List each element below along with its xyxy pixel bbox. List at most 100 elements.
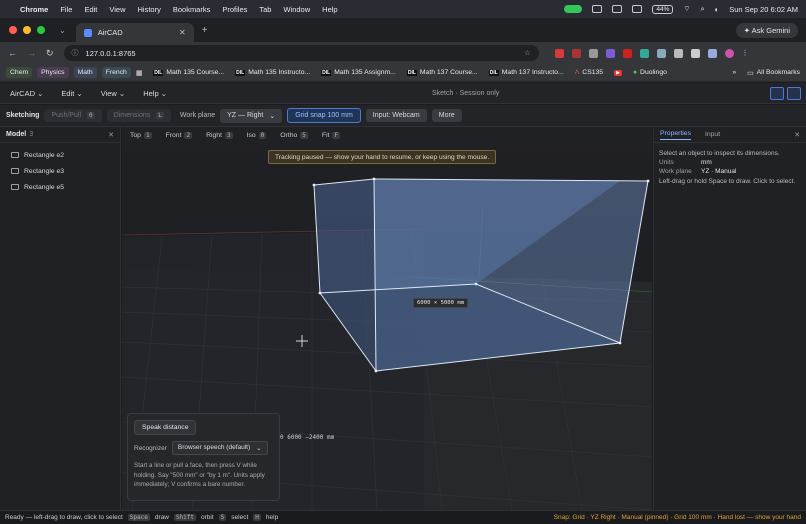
status-snap-info: Snap: Grid · YZ Right · Manual (pinned) … bbox=[553, 514, 801, 521]
bookmark-link[interactable]: ● Duolingo bbox=[633, 69, 667, 76]
bookmark-physics[interactable]: Physics bbox=[37, 67, 69, 78]
extension-icon[interactable] bbox=[707, 48, 717, 58]
ask-gemini-button[interactable]: ✦ Ask Gemini bbox=[735, 22, 798, 38]
extension-icon[interactable] bbox=[622, 48, 632, 58]
wifi-icon[interactable]: ⌔ bbox=[683, 4, 690, 14]
work-plane-select[interactable]: YZ — Right ⌄ bbox=[220, 108, 283, 123]
more-bookmarks-icon[interactable]: » bbox=[732, 69, 736, 76]
dimensions-button[interactable]: Dimensions L bbox=[106, 109, 171, 122]
view-right-label: Right bbox=[206, 131, 222, 139]
tab-properties[interactable]: Properties bbox=[660, 130, 691, 140]
extension-icon[interactable] bbox=[639, 48, 649, 58]
menu-file[interactable]: File bbox=[60, 5, 72, 14]
url-text[interactable]: 127.0.0.1:8765 bbox=[86, 49, 518, 58]
apps-grid-icon[interactable]: ▦ bbox=[136, 69, 142, 77]
menu-app-edit[interactable]: Edit ⌄ bbox=[61, 89, 82, 98]
gear-icon[interactable] bbox=[592, 5, 603, 13]
menubar-clock[interactable]: Sun Sep 20 6:02 AM bbox=[729, 5, 798, 14]
close-icon[interactable]: ✕ bbox=[108, 131, 114, 139]
bookmark-french[interactable]: French bbox=[101, 67, 131, 78]
tab-input[interactable]: Input bbox=[705, 131, 720, 138]
site-info-icon[interactable]: ⓘ bbox=[72, 48, 79, 58]
bookmark-link[interactable]: Ʌ CS135 bbox=[575, 69, 603, 76]
recognizer-select[interactable]: Browser speech (default) ⌄ bbox=[171, 441, 268, 455]
toggle-right-panel-icon[interactable] bbox=[787, 86, 801, 100]
extension-icon[interactable] bbox=[605, 48, 615, 58]
grid-snap-toggle[interactable]: Grid snap 100 mm bbox=[287, 108, 361, 123]
inspector-intro: Select an object to inspect its dimensio… bbox=[659, 150, 780, 157]
view-right-button[interactable]: Right 3 bbox=[206, 131, 233, 139]
shortcut-label: select bbox=[231, 514, 249, 521]
menu-app-help[interactable]: Help ⌄ bbox=[143, 89, 167, 98]
units-label: Units bbox=[659, 159, 674, 167]
bookmark-link[interactable]: DIL Math 135 Course... bbox=[153, 69, 224, 76]
address-bar[interactable]: ⓘ 127.0.0.1:8765 ☆ bbox=[63, 45, 539, 61]
list-item[interactable]: Rectangle e5 bbox=[0, 179, 120, 195]
menu-profiles[interactable]: Profiles bbox=[222, 5, 247, 14]
browser-tab-aircad[interactable]: AirCAD ✕ bbox=[75, 23, 194, 42]
forward-icon[interactable]: → bbox=[27, 48, 36, 58]
menu-edit[interactable]: Edit bbox=[84, 5, 97, 14]
all-bookmarks-folder[interactable]: ▭ All Bookmarks bbox=[747, 69, 800, 77]
bookmark-link[interactable]: DIL Math 135 Assignm... bbox=[321, 69, 396, 76]
bookmark-link-label: Duolingo bbox=[640, 69, 667, 76]
push-pull-button[interactable]: Push/Pull 0 bbox=[44, 109, 102, 122]
cloud-icon[interactable] bbox=[632, 5, 643, 13]
close-tab-icon[interactable]: ✕ bbox=[179, 28, 186, 37]
list-item-label: Rectangle e3 bbox=[24, 167, 65, 175]
bookmark-link[interactable]: DIL Math 137 Instructo... bbox=[488, 69, 564, 76]
menu-window[interactable]: Window bbox=[283, 5, 310, 14]
model-count: 3 bbox=[29, 131, 34, 138]
tab-list-chevron-icon[interactable]: ⌄ bbox=[59, 26, 66, 35]
puzzle-icon[interactable] bbox=[673, 48, 683, 58]
bookmark-link[interactable]: DIL Math 135 Instructo... bbox=[235, 69, 310, 76]
extension-icon[interactable] bbox=[588, 48, 598, 58]
view-iso-button[interactable]: Iso 0 bbox=[247, 131, 267, 139]
menu-tab[interactable]: Tab bbox=[259, 5, 271, 14]
view-ortho-button[interactable]: Ortho 5 bbox=[280, 131, 308, 139]
new-tab-icon[interactable]: + bbox=[202, 25, 208, 36]
list-item[interactable]: Rectangle e2 bbox=[0, 147, 120, 163]
view-top-button[interactable]: Top 1 bbox=[130, 131, 152, 139]
control-center-icon[interactable]: ◐ bbox=[715, 5, 720, 14]
view-front-button[interactable]: Front 2 bbox=[166, 131, 193, 139]
zoom-window-icon[interactable] bbox=[37, 26, 45, 34]
menu-history[interactable]: History bbox=[138, 5, 161, 14]
bookmark-link[interactable]: DIL Math 137 Course... bbox=[406, 69, 478, 76]
screen-icon[interactable] bbox=[612, 5, 623, 13]
shortcut-label: draw bbox=[154, 514, 169, 521]
bookmark-star-icon[interactable]: ☆ bbox=[524, 49, 530, 57]
menu-app-view[interactable]: View ⌄ bbox=[101, 89, 126, 98]
youtube-icon[interactable]: ▶ bbox=[614, 69, 622, 76]
menu-view[interactable]: View bbox=[109, 5, 125, 14]
extension-icon[interactable] bbox=[571, 48, 581, 58]
menubar-app-name[interactable]: Chrome bbox=[20, 5, 48, 14]
avatar[interactable] bbox=[724, 48, 734, 58]
toggle-left-panel-icon[interactable] bbox=[770, 86, 784, 100]
reload-icon[interactable]: ↻ bbox=[46, 48, 54, 59]
menu-aircad[interactable]: AirCAD ⌄ bbox=[10, 89, 43, 98]
speak-distance-button[interactable]: Speak distance bbox=[134, 420, 197, 435]
search-icon[interactable]: ⌕ bbox=[700, 4, 704, 14]
menu-bookmarks[interactable]: Bookmarks bbox=[173, 5, 211, 14]
bookmark-math[interactable]: Math bbox=[73, 67, 97, 78]
extension-icon[interactable] bbox=[554, 48, 564, 58]
battery-indicator[interactable]: 44% bbox=[652, 4, 674, 14]
list-item[interactable]: Rectangle e3 bbox=[0, 163, 120, 179]
back-icon[interactable]: ← bbox=[8, 48, 17, 58]
rectangle-icon bbox=[11, 168, 19, 174]
facetime-icon[interactable] bbox=[564, 5, 583, 13]
minimize-window-icon[interactable] bbox=[23, 26, 31, 34]
close-window-icon[interactable] bbox=[9, 26, 17, 34]
bookmark-chem[interactable]: Chem bbox=[6, 67, 33, 78]
extension-icon[interactable] bbox=[656, 48, 666, 58]
model-title: Model bbox=[6, 131, 27, 138]
close-icon[interactable]: ✕ bbox=[794, 131, 800, 139]
menu-help[interactable]: Help bbox=[322, 5, 337, 14]
view-fit-button[interactable]: Fit F bbox=[322, 131, 341, 139]
3d-viewport[interactable]: Top 1 Front 2 Right 3 Iso 0 Ortho 5 Fit F Trac… bbox=[122, 127, 652, 510]
kebab-menu-icon[interactable]: ⋮ bbox=[742, 49, 749, 57]
more-button[interactable]: More bbox=[431, 109, 462, 122]
extension-icon[interactable] bbox=[690, 48, 700, 58]
input-source-button[interactable]: Input: Webcam bbox=[365, 109, 427, 122]
